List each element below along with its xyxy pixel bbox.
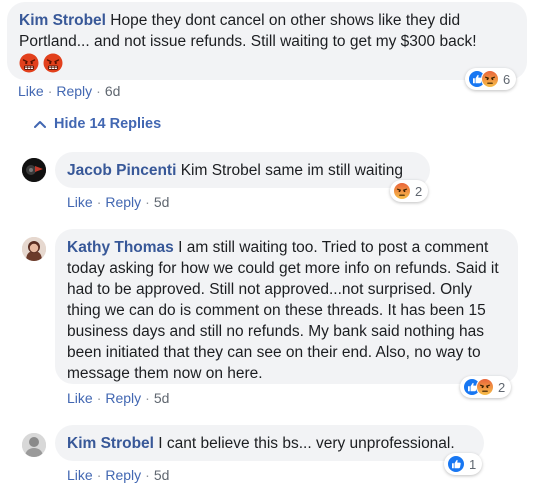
reply-timestamp[interactable]: 5d xyxy=(154,390,170,406)
reply-author[interactable]: Jacob Pincenti xyxy=(67,162,176,179)
reply-author[interactable]: Kim Strobel xyxy=(67,435,154,452)
reply-link[interactable]: Reply xyxy=(105,390,141,406)
reply-text: I am still waiting too. Tried to post a … xyxy=(67,239,499,382)
like-link[interactable]: Like xyxy=(67,194,93,210)
reply-text: Kim Strobel same im still waiting xyxy=(180,162,403,179)
reactions-pill[interactable]: 1 xyxy=(444,453,483,475)
angry-reaction-icon xyxy=(481,70,499,88)
like-link[interactable]: Like xyxy=(67,467,93,483)
reply-bubble: Kim Strobel I cant believe this bs... ve… xyxy=(55,425,484,461)
reply-author[interactable]: Kathy Thomas xyxy=(67,239,174,256)
angry-reaction-icon xyxy=(476,378,494,396)
reply-timestamp[interactable]: 5d xyxy=(154,194,170,210)
angry-face-icon xyxy=(19,53,39,73)
avatar-image xyxy=(22,433,46,457)
angry-face-icon xyxy=(43,53,63,73)
reaction-count: 6 xyxy=(503,71,511,87)
reactions-pill[interactable]: 2 xyxy=(390,180,429,202)
reactions-pill[interactable]: 2 xyxy=(460,376,512,398)
hide-replies-label: Hide 14 Replies xyxy=(54,116,162,132)
avatar[interactable] xyxy=(22,237,46,261)
like-link[interactable]: Like xyxy=(67,390,93,406)
reaction-count: 2 xyxy=(498,379,506,395)
reply-actions: Like · Reply · 5d xyxy=(67,194,170,210)
reaction-count: 1 xyxy=(469,456,477,472)
hide-replies-button[interactable]: Hide 14 Replies xyxy=(34,116,161,132)
reply-link[interactable]: Reply xyxy=(105,194,141,210)
reply-timestamp[interactable]: 5d xyxy=(154,467,170,483)
chevron-up-icon xyxy=(34,121,46,128)
like-reaction-icon xyxy=(447,455,465,473)
reply-bubble: Jacob Pincenti Kim Strobel same im still… xyxy=(55,152,430,188)
reactions-pill[interactable]: 6 xyxy=(465,68,517,90)
reply-text: I cant believe this bs... very unprofess… xyxy=(158,435,455,452)
comment-actions: Like · Reply · 6d xyxy=(18,83,121,99)
like-link[interactable]: Like xyxy=(18,83,44,99)
angry-reaction-icon xyxy=(393,182,411,200)
avatar[interactable] xyxy=(22,433,46,457)
reply-bubble: Kathy Thomas I am still waiting too. Tri… xyxy=(55,229,518,384)
comment-bubble: Kim Strobel Hope they dont cancel on oth… xyxy=(7,2,527,80)
reply-actions: Like · Reply · 5d xyxy=(67,390,170,406)
reply-link[interactable]: Reply xyxy=(105,467,141,483)
reply-link[interactable]: Reply xyxy=(56,83,92,99)
avatar[interactable] xyxy=(22,158,46,182)
avatar-image xyxy=(22,158,46,182)
comment-timestamp[interactable]: 6d xyxy=(105,83,121,99)
reply-actions: Like · Reply · 5d xyxy=(67,467,170,483)
comment-author[interactable]: Kim Strobel xyxy=(19,12,106,29)
avatar-image xyxy=(22,237,46,261)
reaction-count: 2 xyxy=(415,183,423,199)
